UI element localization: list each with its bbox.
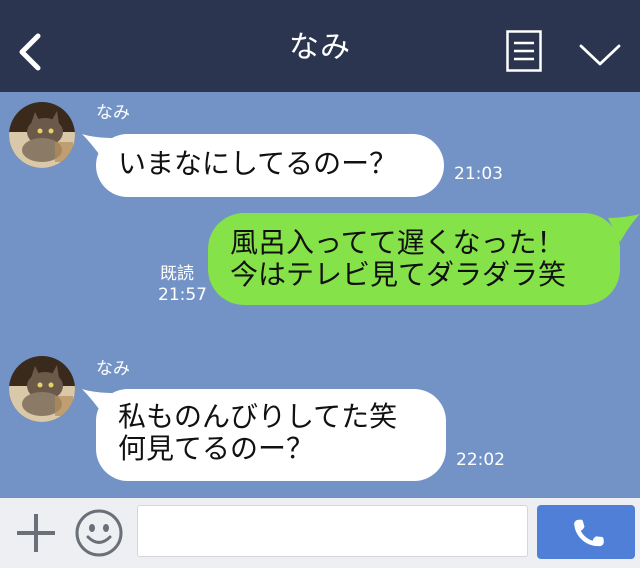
menu-list-icon [506,30,542,72]
message-bubble[interactable]: 私ものんびりしてた笑 何見てるのー？ [96,389,446,481]
cat-avatar-icon [9,356,75,422]
smiley-icon [75,509,123,557]
message-bubble[interactable]: 風呂入ってて遅くなった！ 今はテレビ見てダラダラ笑 [208,213,620,305]
avatar[interactable] [9,102,75,168]
message-time: 21:57 [158,285,207,305]
phone-icon [574,519,604,547]
plus-icon [17,514,55,552]
chat-title: なみ [289,30,351,65]
chevron-down-icon [579,44,621,66]
sender-name: なみ [96,103,130,123]
call-button[interactable] [537,505,635,559]
read-receipt: 既読 [160,264,194,284]
avatar[interactable] [9,356,75,422]
message-bubble[interactable]: いまなにしてるのー？ [96,134,444,197]
emoji-button[interactable] [74,508,124,558]
add-button[interactable] [14,511,58,555]
menu-button[interactable] [506,30,542,72]
message-time: 22:02 [456,450,505,470]
message-time: 21:03 [454,164,503,184]
chat-header: なみ [0,0,640,92]
message-input[interactable] [137,505,528,557]
expand-button[interactable] [578,38,622,68]
sender-name: なみ [96,359,130,379]
cat-avatar-icon [9,102,75,168]
chat-area[interactable]: なみ いまなにしてるのー？ 21:03 既読 21:57 風呂入ってて遅くなった… [0,92,640,498]
